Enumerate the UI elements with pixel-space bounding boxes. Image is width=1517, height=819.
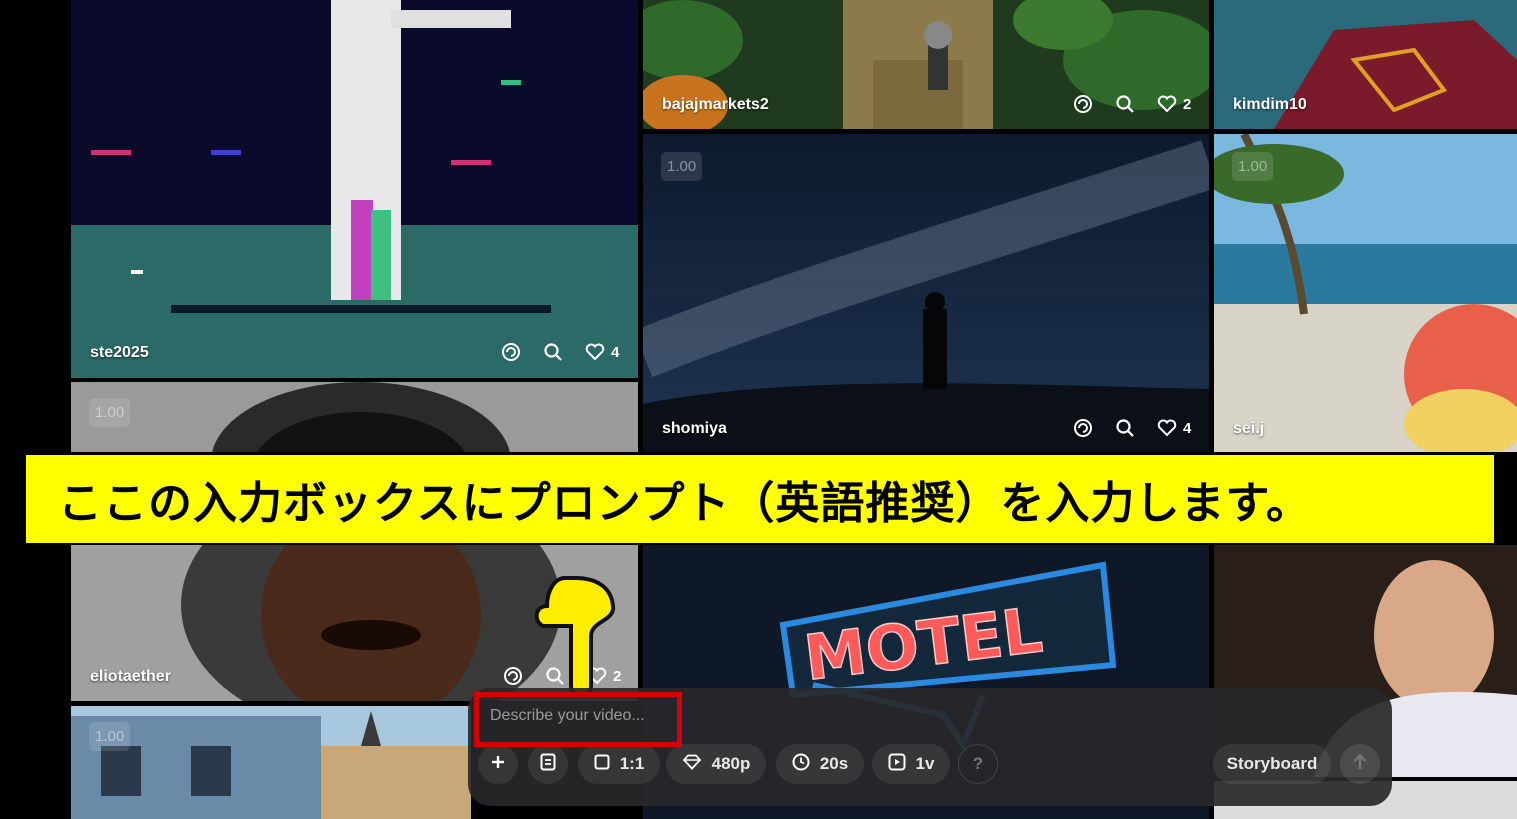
version-badge: 1.00 xyxy=(661,152,703,181)
clock-icon xyxy=(792,753,810,776)
instruction-banner: ここの入力ボックスにプロンプト（英語推奨）を入力します。 xyxy=(24,453,1496,545)
prompt-input[interactable] xyxy=(478,694,682,738)
pointing-hand-icon xyxy=(525,566,625,707)
heart-icon[interactable] xyxy=(585,343,605,361)
storyboard-label: Storyboard xyxy=(1226,754,1318,773)
help-label: ? xyxy=(972,754,984,773)
like-count: 4 xyxy=(1183,419,1192,437)
remix-icon[interactable] xyxy=(503,666,523,686)
arrow-up-icon xyxy=(1352,753,1368,776)
video-tile-ste2025[interactable]: ste2025 4 xyxy=(71,0,638,378)
video-thumbnail xyxy=(71,382,638,452)
username[interactable]: sei.j xyxy=(1233,420,1264,438)
like-count: 2 xyxy=(1183,95,1192,113)
add-button[interactable] xyxy=(478,744,518,784)
square-icon xyxy=(594,754,610,775)
video-tile-bajajmarkets2[interactable]: bajajmarkets2 2 xyxy=(643,0,1209,129)
instruction-text: ここの入力ボックスにプロンプト（英語推奨）を入力します。 xyxy=(58,478,1311,529)
heart-icon[interactable] xyxy=(1157,95,1177,113)
version-badge: 1.00 xyxy=(89,398,131,427)
version-badge: 1.00 xyxy=(1232,152,1274,181)
video-thumbnail xyxy=(1214,134,1517,452)
video-tile-helmet[interactable]: 1.00 xyxy=(71,382,638,452)
aspect-ratio-button[interactable]: 1:1 xyxy=(578,744,660,784)
search-icon[interactable] xyxy=(1115,94,1135,114)
video-tile-kimdim10[interactable]: kimdim10 xyxy=(1214,0,1517,129)
heart-icon[interactable] xyxy=(1157,419,1177,437)
help-button[interactable]: ? xyxy=(958,744,998,784)
variations-button[interactable]: 1v xyxy=(872,744,950,784)
prompt-composer: 1:1 480p 20s 1v ? Storyboard xyxy=(468,688,1392,806)
video-thumbnail xyxy=(71,0,638,378)
duration-value: 20s xyxy=(819,754,849,773)
video-icon xyxy=(888,753,906,776)
username[interactable]: kimdim10 xyxy=(1233,96,1307,114)
search-icon[interactable] xyxy=(543,342,563,362)
submit-button[interactable] xyxy=(1340,744,1380,784)
username[interactable]: shomiya xyxy=(662,420,727,438)
duration-button[interactable]: 20s xyxy=(776,744,864,784)
video-tile-shomiya[interactable]: 1.00 shomiya 4 xyxy=(643,134,1209,452)
preset-button[interactable] xyxy=(528,744,568,784)
storyboard-button[interactable]: Storyboard xyxy=(1213,744,1331,784)
like-count: 4 xyxy=(611,343,620,361)
username[interactable]: ste2025 xyxy=(90,344,149,362)
resolution-button[interactable]: 480p xyxy=(666,744,766,784)
search-icon[interactable] xyxy=(1115,418,1135,438)
remix-icon[interactable] xyxy=(501,342,521,362)
aspect-ratio-value: 1:1 xyxy=(619,754,645,773)
diamond-icon xyxy=(682,754,702,775)
video-thumbnail xyxy=(71,706,471,819)
document-icon xyxy=(540,753,556,776)
video-tile-town[interactable]: 1.00 xyxy=(71,706,471,819)
remix-icon[interactable] xyxy=(1073,418,1093,438)
variations-value: 1v xyxy=(915,754,935,773)
video-thumbnail xyxy=(643,134,1209,452)
video-tile-sei-j[interactable]: 1.00 sei.j xyxy=(1214,134,1517,452)
username[interactable]: bajajmarkets2 xyxy=(662,96,769,114)
remix-icon[interactable] xyxy=(1073,94,1093,114)
resolution-value: 480p xyxy=(711,754,751,773)
plus-icon xyxy=(490,754,506,775)
username[interactable]: eliotaether xyxy=(90,668,171,686)
version-badge: 1.00 xyxy=(89,722,131,751)
